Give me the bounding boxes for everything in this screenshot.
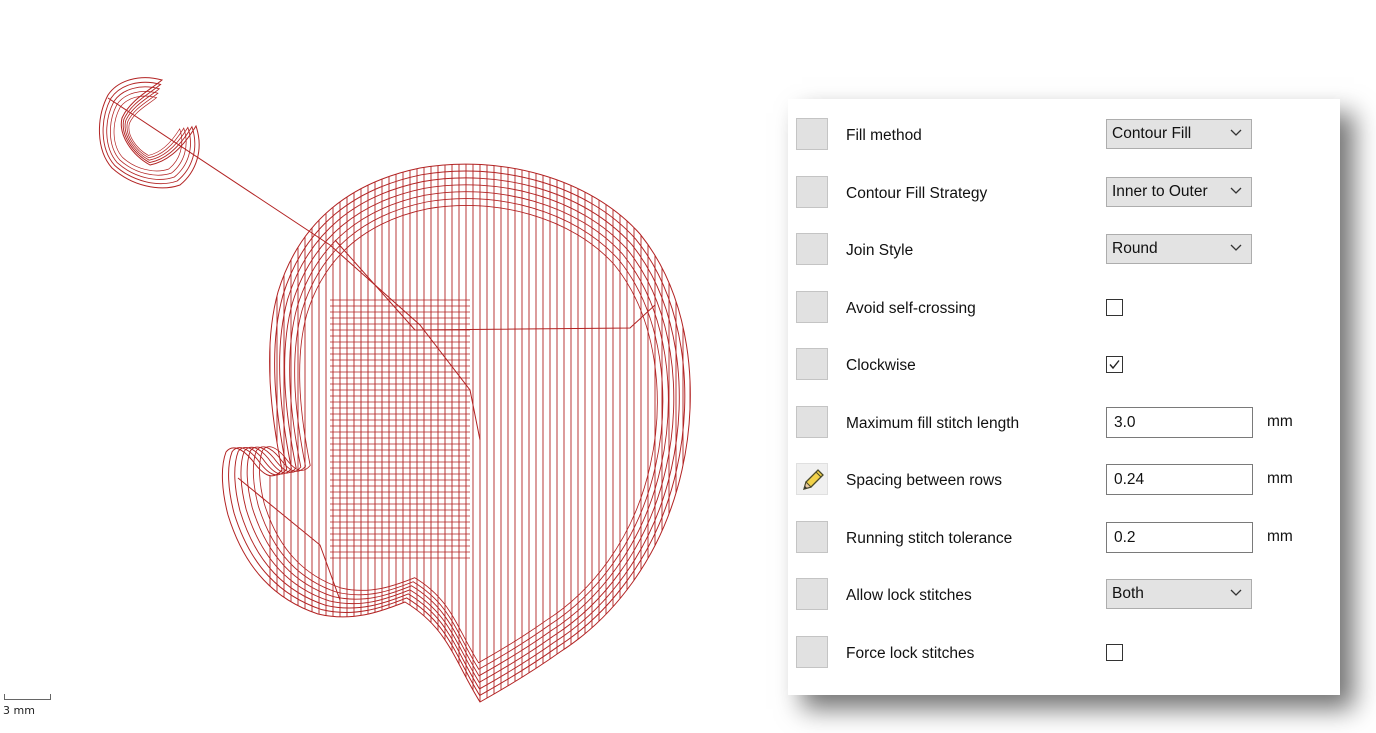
param-row-max-fill-stitch-length: Maximum fill stitch length mm [788, 406, 1340, 463]
param-row-clockwise: Clockwise [788, 348, 1340, 405]
pencil-icon [803, 469, 824, 490]
param-toggle-running-stitch-tolerance[interactable] [796, 521, 828, 553]
dropdown-value: Contour Fill [1112, 125, 1192, 142]
param-label: Fill method [846, 127, 922, 144]
row-spacing-input[interactable] [1106, 464, 1253, 495]
param-row-allow-lock-stitches: Allow lock stitches Both [788, 578, 1340, 635]
param-label: Avoid self-crossing [846, 300, 976, 317]
scale-bar [4, 694, 51, 700]
param-label: Running stitch tolerance [846, 530, 1013, 547]
param-toggle-allow-lock-stitches[interactable] [796, 578, 828, 610]
param-label: Clockwise [846, 357, 916, 374]
param-toggle-fill-method[interactable] [796, 118, 828, 150]
param-label: Spacing between rows [846, 472, 1002, 489]
param-toggle-join-style[interactable] [796, 233, 828, 265]
stitch-tolerance-input[interactable] [1106, 522, 1253, 553]
chevron-down-icon [1230, 589, 1242, 596]
force-lock-stitches-checkbox[interactable] [1106, 644, 1123, 661]
param-row-avoid-self-crossing: Avoid self-crossing [788, 291, 1340, 348]
join-style-dropdown[interactable]: Round [1106, 234, 1252, 264]
max-stitch-length-input[interactable] [1106, 407, 1253, 438]
param-row-fill-method: Fill method Contour Fill [788, 118, 1340, 175]
unit-label: mm [1267, 413, 1293, 430]
param-toggle-clockwise[interactable] [796, 348, 828, 380]
dropdown-value: Round [1112, 240, 1158, 257]
param-toggle-force-lock-stitches[interactable] [796, 636, 828, 668]
chevron-down-icon [1230, 187, 1242, 194]
param-label: Force lock stitches [846, 645, 975, 662]
param-toggle-avoid-self-crossing[interactable] [796, 291, 828, 323]
unit-label: mm [1267, 470, 1293, 487]
param-label: Maximum fill stitch length [846, 415, 1020, 432]
contour-strategy-dropdown[interactable]: Inner to Outer [1106, 177, 1252, 207]
param-row-force-lock-stitches: Force lock stitches [788, 636, 1340, 693]
scale-label: 3 mm [3, 704, 35, 717]
param-label: Join Style [846, 242, 914, 259]
param-label: Contour Fill Strategy [846, 185, 988, 202]
checkmark-icon [1109, 360, 1120, 370]
param-row-running-stitch-tolerance: Running stitch tolerance mm [788, 521, 1340, 578]
param-toggle-contour-fill-strategy[interactable] [796, 176, 828, 208]
unit-label: mm [1267, 528, 1293, 545]
param-row-contour-fill-strategy: Contour Fill Strategy Inner to Outer [788, 176, 1340, 233]
param-row-join-style: Join Style Round [788, 233, 1340, 290]
param-toggle-max-fill-stitch-length[interactable] [796, 406, 828, 438]
stitch-preview-canvas[interactable] [0, 0, 780, 733]
allow-lock-stitches-dropdown[interactable]: Both [1106, 579, 1252, 609]
fill-stitch-lines [99, 77, 691, 703]
fill-params-panel: Fill method Contour Fill Contour Fill St… [788, 99, 1340, 695]
chevron-down-icon [1230, 129, 1242, 136]
param-row-spacing-between-rows: Spacing between rows mm [788, 463, 1340, 520]
avoid-self-crossing-checkbox[interactable] [1106, 299, 1123, 316]
clockwise-checkbox[interactable] [1106, 356, 1123, 373]
fill-method-dropdown[interactable]: Contour Fill [1106, 119, 1252, 149]
param-label: Allow lock stitches [846, 587, 972, 604]
dropdown-value: Inner to Outer [1112, 183, 1208, 200]
chevron-down-icon [1230, 244, 1242, 251]
param-toggle-spacing-between-rows[interactable] [796, 463, 828, 495]
dropdown-value: Both [1112, 585, 1144, 602]
scale-indicator: 3 mm [3, 694, 53, 724]
